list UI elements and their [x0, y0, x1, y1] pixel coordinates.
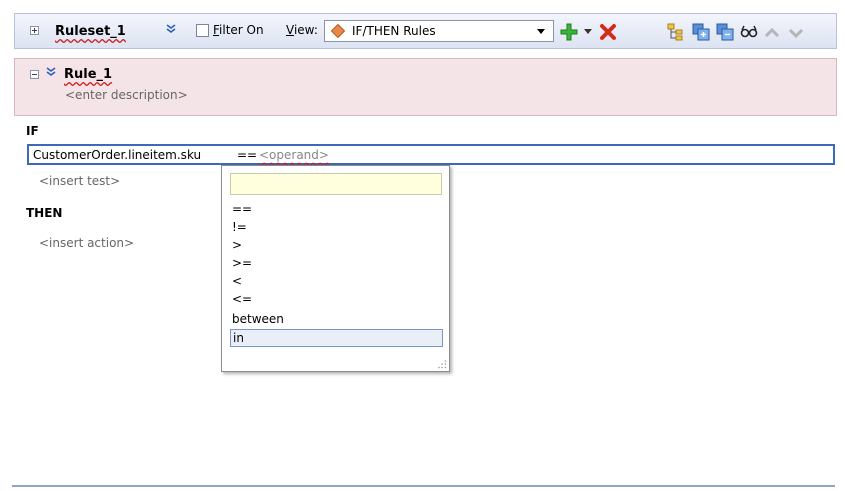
ruleset-toolbar: Ruleset_1 Filter On View: IF/THEN Rules — [14, 13, 837, 49]
glasses-icon[interactable] — [740, 23, 758, 41]
operator-option[interactable]: == — [232, 201, 442, 217]
expand-icon[interactable] — [30, 26, 39, 35]
collapse-all-icon[interactable] — [716, 23, 734, 41]
collapse-icon[interactable] — [30, 70, 39, 79]
if-keyword: IF — [26, 124, 39, 138]
ruleset-name[interactable]: Ruleset_1 — [55, 24, 126, 39]
chevron-down-icon[interactable] — [537, 29, 545, 34]
resize-grip-icon[interactable] — [437, 359, 447, 369]
view-label: View: — [286, 23, 318, 37]
expand-all-icon[interactable] — [692, 23, 710, 41]
insert-test-link[interactable]: <insert test> — [39, 174, 120, 188]
then-keyword: THEN — [26, 206, 63, 220]
view-select[interactable]: IF/THEN Rules — [324, 20, 554, 42]
bottom-divider — [12, 485, 835, 487]
view-select-value: IF/THEN Rules — [352, 24, 436, 38]
test-expression[interactable]: CustomerOrder.lineitem.sku == <operand> — [27, 144, 835, 165]
operator-option[interactable]: != — [232, 219, 442, 235]
filter-label[interactable]: Filter On — [213, 23, 264, 37]
rule-header: Rule_1 <enter description> — [14, 58, 837, 116]
operator-option[interactable]: > — [232, 237, 442, 253]
dropdown-arrow-icon[interactable] — [584, 28, 592, 36]
operator-option-selected[interactable]: in — [230, 329, 443, 347]
filter-checkbox[interactable] — [196, 24, 209, 37]
test-operator[interactable]: == — [237, 148, 257, 162]
operator-option[interactable]: between — [232, 311, 442, 327]
rule-chevron-icon[interactable] — [46, 67, 56, 77]
rules-diamond-icon — [331, 24, 345, 38]
tree-icon[interactable] — [667, 23, 685, 41]
operator-option[interactable]: < — [232, 273, 442, 289]
operator-option[interactable]: >= — [232, 255, 442, 271]
operator-filter-input[interactable] — [230, 173, 442, 195]
test-lhs[interactable]: CustomerOrder.lineitem.sku — [33, 148, 201, 162]
operator-option[interactable]: <= — [232, 291, 442, 307]
move-down-icon[interactable] — [787, 23, 805, 41]
delete-icon[interactable] — [599, 23, 617, 41]
rule-description[interactable]: <enter description> — [65, 88, 188, 102]
collapse-chevron-icon[interactable] — [166, 24, 176, 34]
add-icon[interactable] — [560, 23, 578, 41]
insert-action-link[interactable]: <insert action> — [39, 236, 134, 250]
rule-name[interactable]: Rule_1 — [64, 67, 112, 82]
operator-dropdown: == != > >= < <= between in — [221, 165, 450, 372]
test-operand[interactable]: <operand> — [259, 148, 329, 162]
move-up-icon[interactable] — [763, 23, 781, 41]
